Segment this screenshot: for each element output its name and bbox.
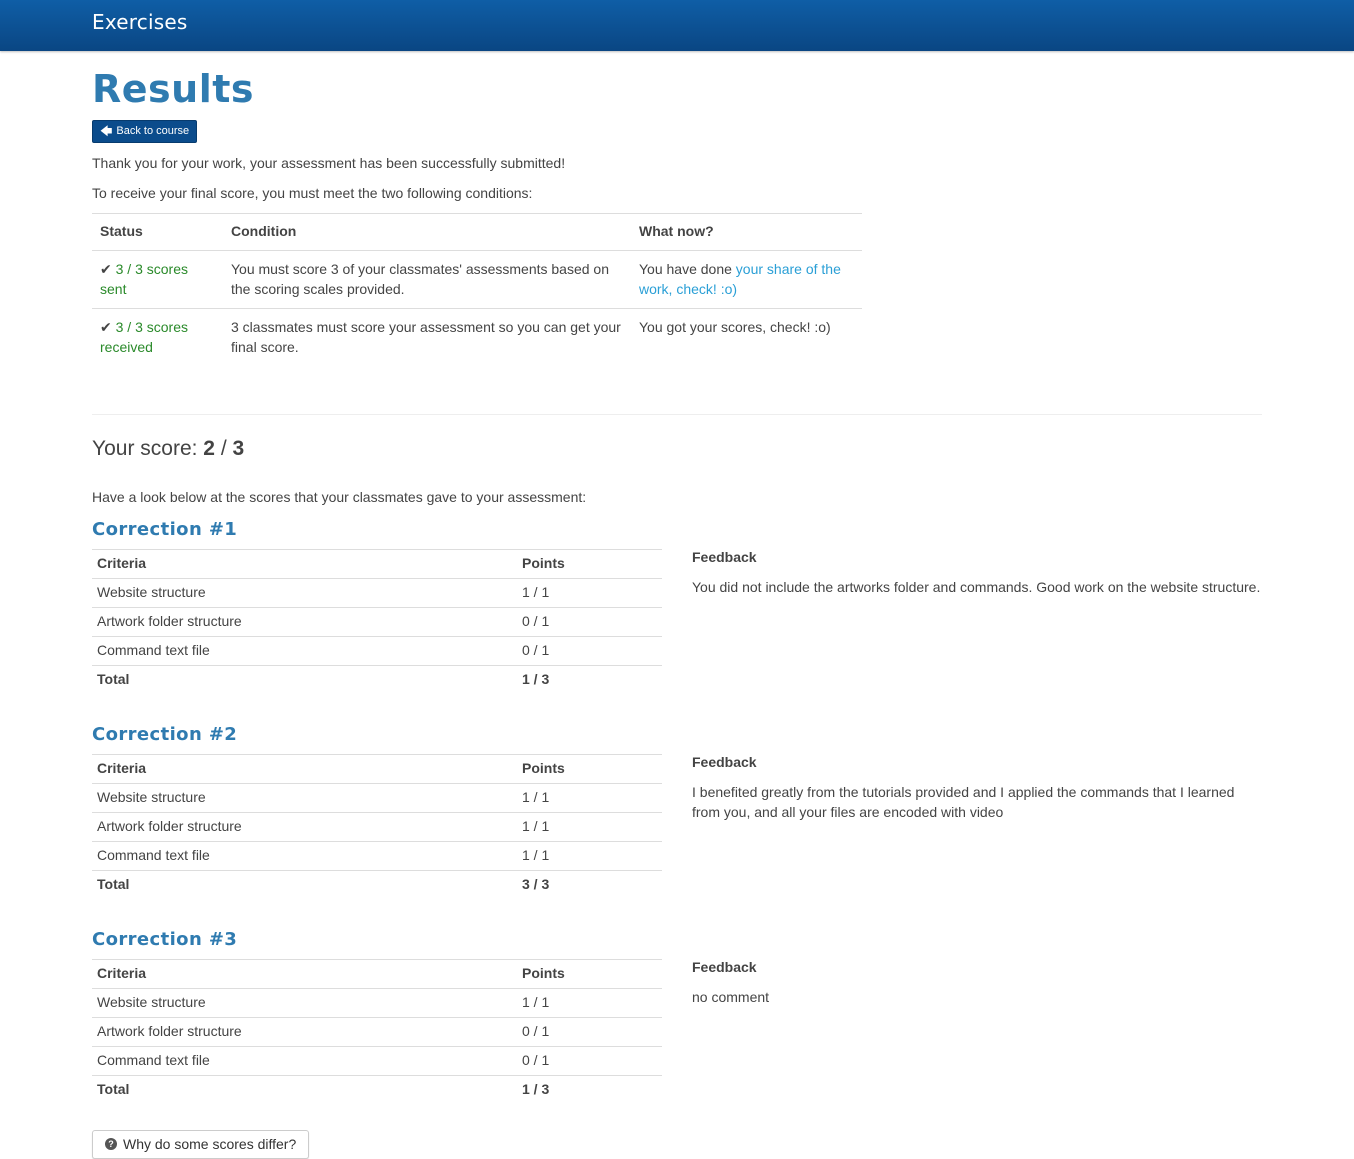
what-now-cell: You have done your share of the work, ch… [631, 250, 862, 309]
criteria-cell: Artwork folder structure [92, 812, 517, 842]
criteria-cell: Website structure [92, 783, 517, 813]
condition-header: Condition [223, 213, 631, 251]
points-cell: 0 / 1 [517, 1017, 662, 1047]
what-now-text: You have done [639, 261, 736, 277]
status-received: 3 / 3 scores received [100, 319, 188, 355]
table-row: Website structure 1 / 1 [92, 578, 662, 608]
page-title: Results [92, 67, 255, 111]
corrections-list: Correction #1 Criteria Points Website str… [92, 519, 1262, 1134]
total-row: Total 3 / 3 [92, 870, 662, 899]
table-row: Artwork folder structure 1 / 1 [92, 812, 662, 842]
back-to-course-button[interactable]: 🡄 Back to course [92, 120, 198, 143]
condition-row-received: ✔ 3 / 3 scores received 3 classmates mus… [92, 308, 862, 366]
your-score: Your score: 2 / 3 [92, 437, 1262, 461]
criteria-cell: Artwork folder structure [92, 1017, 517, 1047]
table-row: Command text file 0 / 1 [92, 636, 662, 666]
section-divider [92, 414, 1262, 415]
correction-title: Correction #1 [92, 519, 238, 540]
correction-1: Correction #1 Criteria Points Website str… [92, 519, 1262, 724]
table-row: Website structure 1 / 1 [92, 988, 662, 1018]
total-label: Total [92, 665, 517, 694]
points-cell: 0 / 1 [517, 636, 662, 666]
total-label: Total [92, 1075, 517, 1104]
condition-text: You must score 3 of your classmates' ass… [223, 250, 631, 309]
condition-text: 3 classmates must score your assessment … [223, 308, 631, 366]
criteria-table: Criteria Points Website structure 1 / 1 Ar… [92, 754, 662, 899]
feedback-text: no comment [692, 989, 770, 1005]
criteria-cell: Website structure [92, 578, 517, 608]
criteria-cell: Artwork folder structure [92, 607, 517, 637]
total-row: Total 1 / 3 [92, 1075, 662, 1104]
feedback-text: I benefited greatly from the tutorials p… [692, 784, 1235, 820]
table-row: Artwork folder structure 0 / 1 [92, 607, 662, 637]
total-row: Total 1 / 3 [92, 665, 662, 694]
score-separator: / [220, 437, 227, 460]
total-points: 3 / 3 [517, 870, 662, 899]
arrow-left-icon: 🡄 [100, 124, 113, 138]
criteria-header: Criteria [92, 754, 517, 784]
criteria-cell: Command text file [92, 841, 517, 871]
feedback-text: You did not include the artworks folder … [692, 579, 1261, 595]
conditions-table: Status Condition What now? ✔ 3 / 3 score… [92, 213, 862, 366]
feedback-panel: Feedback I benefited greatly from the tu… [692, 752, 1262, 822]
criteria-header: Criteria [92, 549, 517, 579]
corrections-intro: Have a look below at the scores that you… [92, 489, 587, 505]
criteria-table: Criteria Points Website structure 1 / 1 Ar… [92, 549, 662, 694]
checkmark-icon: ✔ [100, 319, 112, 335]
main-content: Results 🡄 Back to course Thank you for y… [92, 51, 1262, 1159]
points-cell: 1 / 1 [517, 783, 662, 813]
conditions-header-row: Status Condition What now? [92, 213, 862, 251]
table-row: Artwork folder structure 0 / 1 [92, 1017, 662, 1047]
conditions-intro: To receive your final score, you must me… [92, 185, 533, 201]
points-cell: 1 / 1 [517, 988, 662, 1018]
points-cell: 1 / 1 [517, 812, 662, 842]
why-scores-differ-button[interactable]: ? Why do some scores differ? [92, 1130, 310, 1159]
submission-thanks: Thank you for your work, your assessment… [92, 155, 566, 171]
total-points: 1 / 3 [517, 1075, 662, 1104]
points-cell: 1 / 1 [517, 841, 662, 871]
score-value: 2 [203, 437, 215, 460]
feedback-panel: Feedback no comment [692, 957, 1262, 1007]
total-label: Total [92, 870, 517, 899]
points-cell: 0 / 1 [517, 607, 662, 637]
points-cell: 0 / 1 [517, 1046, 662, 1076]
points-header: Points [517, 959, 662, 989]
feedback-heading: Feedback [692, 959, 757, 975]
checkmark-icon: ✔ [100, 261, 112, 277]
table-row: Command text file 0 / 1 [92, 1046, 662, 1076]
table-row: Website structure 1 / 1 [92, 783, 662, 813]
feedback-heading: Feedback [692, 754, 757, 770]
points-header: Points [517, 549, 662, 579]
correction-title: Correction #3 [92, 929, 238, 950]
points-header: Points [517, 754, 662, 784]
total-points: 1 / 3 [517, 665, 662, 694]
score-max: 3 [232, 437, 245, 460]
correction-title: Correction #2 [92, 724, 238, 745]
status-sent: 3 / 3 scores sent [100, 261, 188, 297]
feedback-heading: Feedback [692, 549, 757, 565]
points-cell: 1 / 1 [517, 578, 662, 608]
correction-3: Correction #3 Criteria Points Website str… [92, 929, 1262, 1134]
table-row: Command text file 1 / 1 [92, 841, 662, 871]
status-cell: ✔ 3 / 3 scores sent [92, 250, 223, 309]
criteria-cell: Website structure [92, 988, 517, 1018]
feedback-panel: Feedback You did not include the artwork… [692, 547, 1262, 597]
criteria-header: Criteria [92, 959, 517, 989]
condition-row-sent: ✔ 3 / 3 scores sent You must score 3 of … [92, 250, 862, 309]
status-cell: ✔ 3 / 3 scores received [92, 308, 223, 366]
criteria-cell: Command text file [92, 636, 517, 666]
top-navbar: Exercises [0, 0, 1354, 51]
question-icon: ? [105, 1138, 117, 1150]
what-now-header: What now? [631, 213, 862, 251]
brand-title[interactable]: Exercises [92, 10, 187, 34]
score-label: Your score: [92, 437, 198, 460]
criteria-table: Criteria Points Website structure 1 / 1 Ar… [92, 959, 662, 1104]
criteria-cell: Command text file [92, 1046, 517, 1076]
correction-2: Correction #2 Criteria Points Website str… [92, 724, 1262, 929]
what-now-text: You got your scores, check! :o) [631, 308, 862, 366]
status-header: Status [92, 213, 223, 251]
back-to-course-label: Back to course [116, 125, 190, 137]
